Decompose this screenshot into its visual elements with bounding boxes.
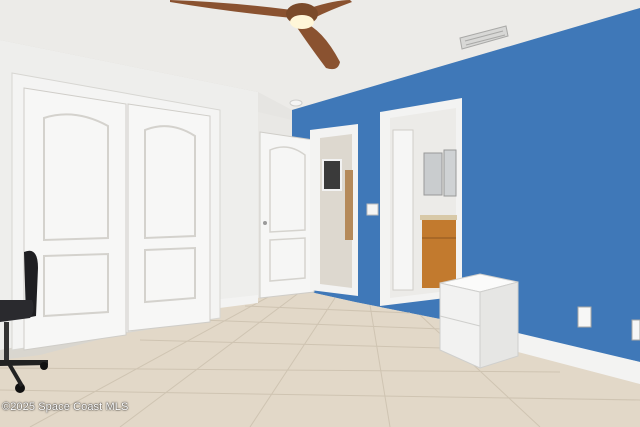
wall-outlet	[577, 306, 592, 328]
closet-door-right	[127, 103, 211, 332]
room-illustration	[0, 0, 640, 427]
bathroom-mirror-2	[443, 149, 457, 197]
door-knob	[263, 221, 267, 225]
vanity-countertop	[420, 215, 457, 220]
bathroom-mirror	[423, 152, 443, 196]
bedroom-photo: ©2025 Space Coast MLS	[0, 0, 640, 427]
inner-door	[392, 129, 414, 291]
closet-bifold-doors	[23, 87, 211, 351]
framed-picture	[322, 159, 342, 191]
bedroom-door	[259, 131, 315, 299]
smoke-detector	[289, 99, 303, 107]
fan-light	[290, 15, 314, 29]
hallway-shelf	[345, 170, 353, 240]
wall-outlet-2	[631, 319, 640, 341]
bathroom-vanity	[422, 218, 456, 288]
closet-door-left	[23, 87, 127, 351]
light-switch	[366, 203, 379, 216]
white-nightstand	[439, 273, 519, 369]
watermark: ©2025 Space Coast MLS	[2, 401, 129, 413]
